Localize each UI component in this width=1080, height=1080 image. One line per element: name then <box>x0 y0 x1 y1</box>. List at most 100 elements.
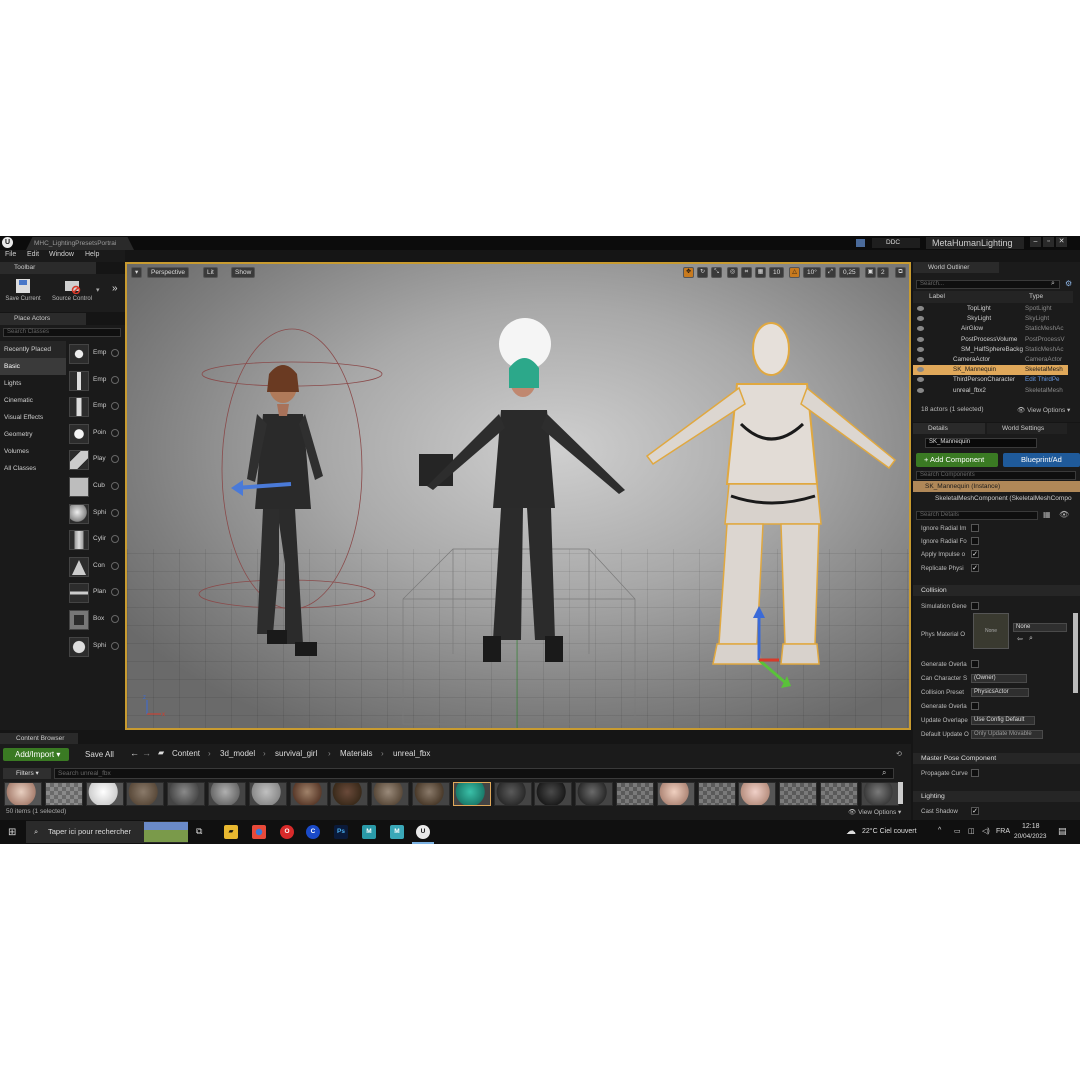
grid-snap-value[interactable]: 10 <box>769 267 785 278</box>
material-asset-thumbnail[interactable] <box>289 782 328 806</box>
unreal-engine-icon[interactable]: U <box>416 825 430 839</box>
material-asset-thumbnail[interactable] <box>85 782 124 806</box>
unreal-logo-icon[interactable]: U <box>2 237 13 248</box>
checkbox-generate-overlap-events[interactable] <box>971 660 979 668</box>
translate-tool-icon[interactable]: ✥ <box>683 267 694 278</box>
material-asset-thumbnail[interactable] <box>493 782 532 806</box>
material-asset-thumbnail[interactable] <box>248 782 287 806</box>
blueprint-button[interactable]: Blueprint/Ad <box>1003 453 1080 467</box>
world-settings-tab[interactable]: World Settings <box>987 423 1067 434</box>
camera-speed-icon[interactable]: ▣ <box>865 267 876 278</box>
world-space-icon[interactable]: ◎ <box>727 267 738 278</box>
info-icon[interactable] <box>111 561 119 570</box>
file-explorer-icon[interactable]: ▰ <box>224 825 238 839</box>
material-asset-thumbnail[interactable] <box>167 782 206 806</box>
source-control-button[interactable]: Source Control <box>48 278 96 302</box>
add-component-button[interactable]: + Add Component <box>916 453 998 467</box>
checkbox-simulation-generates-hit[interactable] <box>971 602 979 610</box>
network-icon[interactable]: ◫ <box>968 827 975 835</box>
search-details-input[interactable]: Search Details <box>916 511 1038 520</box>
info-icon[interactable] <box>111 614 119 623</box>
save-current-button[interactable]: Save Current <box>3 278 43 302</box>
phys-material-thumbnail[interactable]: None <box>973 613 1009 649</box>
chevron-down-icon[interactable]: ▾ <box>96 286 100 294</box>
category-basic[interactable]: Basic <box>0 358 66 375</box>
info-icon[interactable] <box>111 481 119 490</box>
content-view-options[interactable]: 👁 View Options ▾ <box>848 808 901 816</box>
outliner-row[interactable]: SkyLight SkyLight <box>913 314 1068 324</box>
rotation-snap-icon[interactable]: △ <box>789 267 800 278</box>
outliner-row[interactable]: SK_Mannequin SkeletalMesh <box>913 365 1068 376</box>
material-asset-thumbnail[interactable] <box>820 782 858 806</box>
battery-icon[interactable]: ▭ <box>954 827 961 835</box>
filters-button[interactable]: Filters ▾ <box>3 768 51 779</box>
character-left[interactable] <box>247 365 323 656</box>
visibility-eye-icon[interactable] <box>917 336 924 342</box>
clock-date[interactable]: 20/04/2023 <box>1014 833 1047 840</box>
maximize-icon[interactable]: ▫ <box>1043 237 1054 247</box>
category-visual-effects[interactable]: Visual Effects <box>0 409 66 426</box>
info-icon[interactable] <box>111 349 119 357</box>
actor-item[interactable]: Con <box>68 554 124 581</box>
tray-chevron-icon[interactable]: ^ <box>938 827 941 834</box>
menu-edit[interactable]: Edit <box>27 251 39 258</box>
character-middle[interactable] <box>427 358 625 662</box>
actor-item[interactable]: Emp <box>68 368 124 395</box>
scale-snap-value[interactable]: 0,25 <box>839 267 860 278</box>
outliner-row[interactable]: unreal_fbx2 SkeletalMesh <box>913 386 1068 396</box>
master-pose-section-header[interactable]: Master Pose Component <box>913 753 1080 764</box>
content-search-input[interactable]: Search unreal_fbx <box>54 768 894 779</box>
col-type[interactable]: Type <box>1029 293 1043 300</box>
visibility-eye-icon[interactable] <box>917 316 924 322</box>
material-asset-thumbnail[interactable] <box>4 782 42 806</box>
actor-item[interactable]: Sphi <box>68 501 124 528</box>
visibility-icon[interactable]: 👁 <box>1059 510 1069 519</box>
material-asset-thumbnail[interactable] <box>44 782 83 806</box>
clock-time[interactable]: 12:18 <box>1022 823 1040 830</box>
level-viewport[interactable]: z x ▾ Perspective Lit Show ✥ ↻ ⤡ ◎ ⌗ ▦ 1… <box>125 262 911 730</box>
visibility-eye-icon[interactable] <box>917 346 924 352</box>
add-import-button[interactable]: Add/Import ▾ <box>3 748 69 761</box>
update-overlaps-dropdown[interactable]: Use Config Default <box>971 716 1035 725</box>
info-icon[interactable] <box>111 588 119 597</box>
volume-icon[interactable]: ◁) <box>982 827 990 835</box>
phys-material-dropdown[interactable]: None <box>1013 623 1067 632</box>
history-icon[interactable]: ⟲ <box>896 750 902 758</box>
world-outliner-tab[interactable]: World Outliner <box>913 262 999 273</box>
component-row[interactable]: SkeletalMeshComponent (SkeletalMeshCompo <box>913 493 1080 504</box>
info-icon[interactable] <box>111 535 119 544</box>
collision-preset-dropdown[interactable]: PhysicsActor <box>971 688 1029 697</box>
actor-item[interactable]: Play <box>68 447 124 474</box>
visibility-eye-icon[interactable] <box>917 306 924 311</box>
lighting-section-header[interactable]: Lighting <box>913 791 1080 802</box>
opera-icon[interactable]: O <box>280 825 294 839</box>
material-asset-thumbnail[interactable] <box>208 782 246 806</box>
windows-start-icon[interactable]: ⊞ <box>8 827 16 838</box>
category-recently-placed[interactable]: Recently Placed <box>0 341 66 358</box>
breadcrumb-content[interactable]: Content <box>172 749 200 758</box>
level-tab[interactable]: MHC_LightingPresetsPortrai <box>26 237 134 250</box>
search-components-input[interactable]: Search Components <box>916 471 1076 480</box>
material-asset-thumbnail[interactable] <box>412 782 450 806</box>
close-icon[interactable]: ✕ <box>1056 237 1067 247</box>
default-update-dropdown[interactable]: Only Update Movable <box>971 730 1043 739</box>
search-classes-input[interactable]: Search Classes <box>3 328 121 337</box>
visibility-eye-icon[interactable] <box>917 326 924 332</box>
actor-item[interactable]: Cub <box>68 474 124 501</box>
maximize-viewport-icon[interactable]: ⧉ <box>895 267 906 278</box>
lit-button[interactable]: Lit <box>203 267 218 278</box>
breadcrumb-unreal-fbx[interactable]: unreal_fbx <box>393 749 430 758</box>
source-control-status-icon[interactable] <box>856 239 865 247</box>
material-asset-thumbnail[interactable] <box>656 782 695 806</box>
outliner-search-input[interactable]: Search... <box>916 280 1060 289</box>
actor-item[interactable]: Poin <box>68 421 124 448</box>
property-matrix-icon[interactable]: ▦ <box>1043 510 1051 519</box>
info-icon[interactable] <box>111 375 119 384</box>
material-asset-thumbnail[interactable] <box>534 782 573 806</box>
material-asset-thumbnail[interactable] <box>697 782 736 806</box>
visibility-eye-icon[interactable] <box>917 357 924 362</box>
camera-speed-value[interactable]: 2 <box>877 267 889 278</box>
app-c-icon[interactable]: C <box>306 825 320 839</box>
use-selected-icon[interactable]: ⇦ <box>1017 635 1023 643</box>
material-asset-thumbnail[interactable] <box>371 782 410 806</box>
